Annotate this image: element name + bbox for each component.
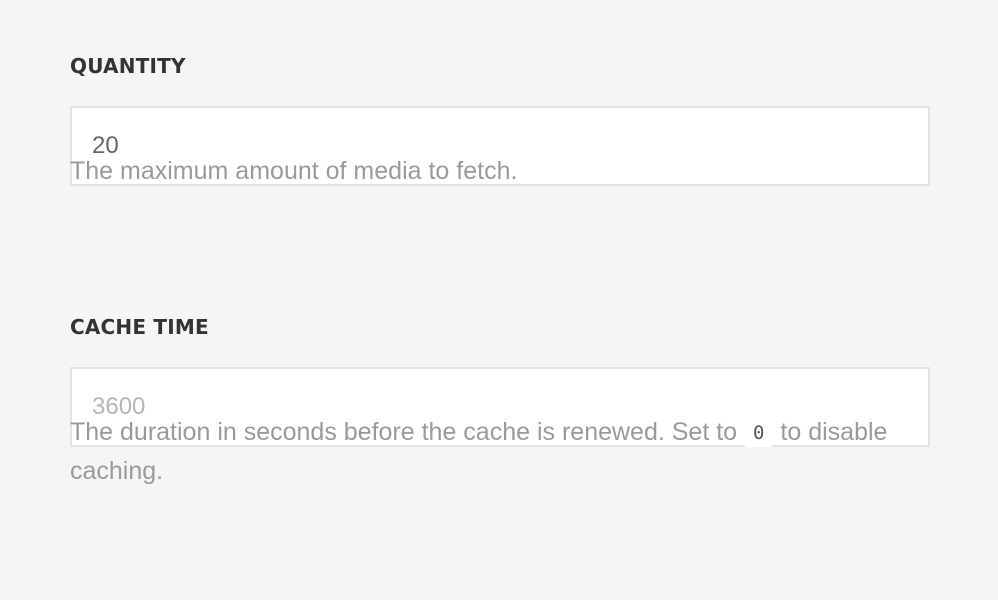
cache-time-help-text: The duration in seconds before the cache…	[70, 413, 930, 491]
quantity-field-group: QUANTITY The maximum amount of media to …	[70, 54, 930, 186]
cache-time-field-group: CACHE TIME The duration in seconds befor…	[70, 315, 930, 485]
quantity-help-text: The maximum amount of media to fetch.	[70, 157, 518, 185]
cache-time-help-before: The duration in seconds before the cache…	[70, 418, 745, 446]
cache-time-help-code: 0	[744, 419, 774, 447]
cache-time-label: CACHE TIME	[70, 315, 209, 339]
quantity-label: QUANTITY	[70, 54, 186, 78]
